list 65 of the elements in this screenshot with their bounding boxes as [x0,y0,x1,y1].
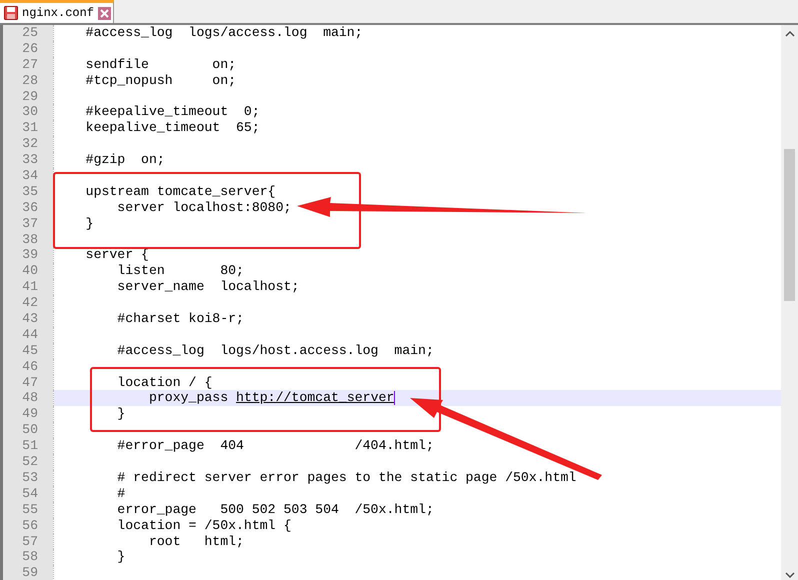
line-number: 56 [0,518,53,534]
line-number: 33 [0,152,53,168]
code-line: upstream tomcate_server{ [84,184,276,200]
code-line: error_page 500 502 503 504 /50x.html; [116,502,434,518]
code-line: root html; [148,534,244,550]
close-icon[interactable] [98,6,112,20]
code-line: listen 80; [116,263,244,280]
code-line: # [116,486,126,502]
line-number: 57 [0,534,53,550]
line-number: 52 [0,454,53,470]
line-number: 28 [0,72,53,89]
code-line: server localhost:8080; [116,200,292,216]
line-number: 48 [0,390,53,406]
line-number: 26 [0,40,53,57]
line-number: 32 [0,136,53,152]
code-line: } [116,549,126,566]
line-number: 54 [0,486,53,502]
line-number: 46 [0,358,53,375]
line-number: 42 [0,295,53,312]
line-number: 31 [0,120,53,136]
line-number: 59 [0,565,53,580]
scrollbar-thumb[interactable] [784,149,795,301]
line-number: 45 [0,342,53,359]
line-number: 25 [0,25,53,41]
code-line: #keepalive_timeout 0; [84,104,260,120]
code-line: location = /50x.html { [116,518,292,534]
code-line: server_name localhost; [116,279,300,296]
line-number: 40 [0,263,53,280]
scroll-down-icon[interactable] [784,572,794,578]
line-number: 41 [0,279,53,296]
code-line: # redirect server error pages to the static page /50x.html [116,470,576,486]
code-line: #error_page 404 /404.html; [116,438,434,454]
code-line: } [84,216,94,232]
line-number: 51 [0,438,53,454]
vertical-scrollbar[interactable] [781,25,798,580]
line-number: 30 [0,104,53,120]
code-link[interactable]: http://tomcat_server [236,390,394,406]
line-number: 47 [0,374,53,390]
code-line: #charset koi8-r; [116,311,244,327]
code-line: keepalive_timeout 65; [84,120,260,136]
file-tab[interactable]: nginx.conf [0,0,114,23]
code-line: location / { [116,374,212,390]
line-number: 34 [0,168,53,184]
line-number: 38 [0,232,53,248]
scroll-up-icon[interactable] [784,31,794,37]
line-number: 53 [0,470,53,486]
line-number: 39 [0,247,53,264]
code-line: #tcp_nopush on; [84,72,236,89]
code-line: #access_log logs/access.log main; [84,25,363,41]
line-number: 49 [0,406,53,422]
line-number: 43 [0,311,53,327]
code-line: } [116,406,126,422]
line-number: 37 [0,216,53,232]
line-number: 29 [0,88,53,104]
code-line: #gzip on; [84,152,165,168]
line-number: 35 [0,184,53,200]
line-number: 27 [0,56,53,73]
line-number: 44 [0,326,53,343]
code-line: sendfile on; [84,56,236,73]
code-line: #access_log logs/host.access.log main; [116,342,434,359]
line-number: 50 [0,422,53,438]
line-number: 55 [0,502,53,518]
line-number: 58 [0,549,53,566]
line-number: 36 [0,200,53,216]
code-line: proxy_pass http://tomcat_server [148,390,394,406]
